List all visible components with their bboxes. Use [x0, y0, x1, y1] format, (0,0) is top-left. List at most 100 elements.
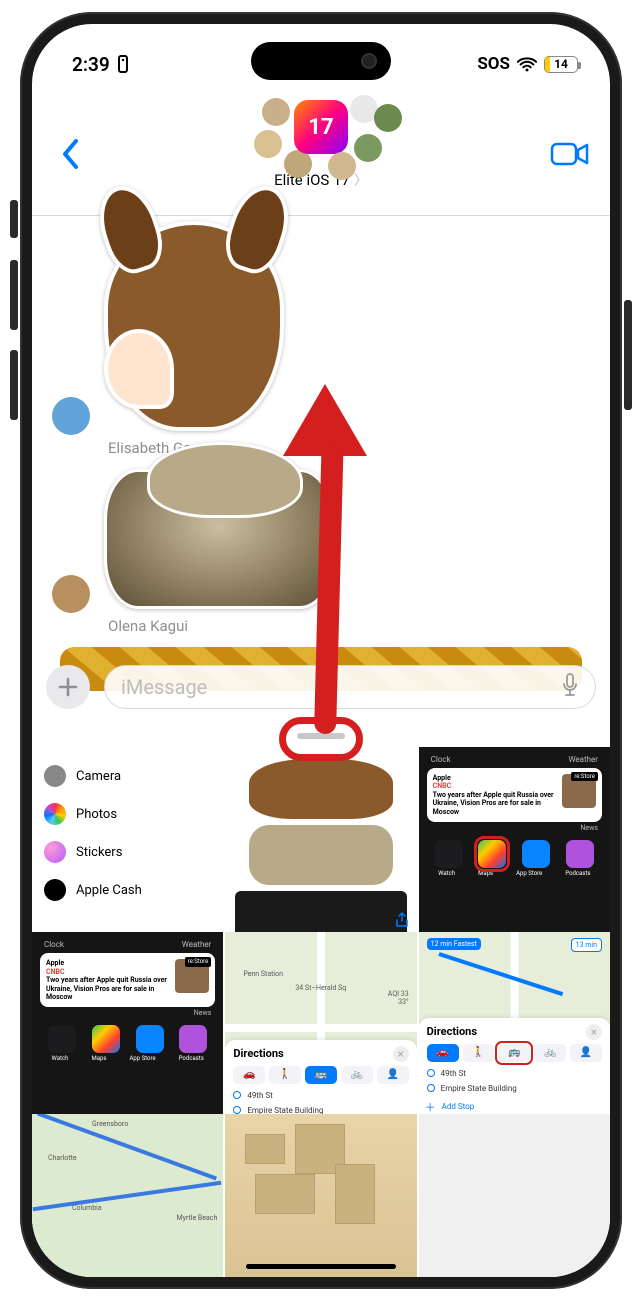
sender-avatar[interactable]	[52, 575, 90, 613]
app-row-photos: Photos	[42, 795, 213, 833]
thumbnail-icon	[249, 825, 392, 885]
transport-modes: 🚗 🚶 🚌 🚲 👤	[233, 1066, 408, 1084]
frame-silence-switch	[10, 200, 18, 238]
transport-modes: 🚗 🚶 🚌 🚲 👤	[427, 1044, 602, 1062]
news-widget: Apple CNBC Two years after Apple quit Ru…	[427, 768, 602, 822]
group-avatars: 17	[236, 92, 406, 168]
podcasts-app-icon	[566, 840, 594, 868]
facetime-button[interactable]	[550, 140, 590, 172]
appstore-app-icon	[522, 840, 550, 868]
app-row-stickers: Stickers	[42, 833, 213, 871]
watch-app-icon	[435, 840, 463, 868]
widget-label: Clock	[431, 755, 451, 764]
phone-frame: 2:39 SOS 14 17	[20, 12, 622, 1289]
frame-volume-down	[10, 350, 18, 420]
widget-label: Clock	[44, 940, 64, 949]
chevron-right-icon: 〉	[354, 170, 368, 190]
status-time: 2:39	[72, 53, 110, 76]
widget-vendor: Apple	[46, 959, 171, 967]
annotation-ring	[495, 1041, 533, 1065]
stop-label: 49th St	[247, 1091, 272, 1100]
home-indicator[interactable]	[246, 1264, 396, 1269]
app-label: Podcasts	[179, 1055, 204, 1062]
screen: 2:39 SOS 14 17	[32, 24, 610, 1277]
widget-source: CNBC	[433, 782, 558, 790]
map-temp: 33°	[388, 998, 409, 1006]
avatar	[254, 130, 282, 158]
city-label: Columbia	[72, 1204, 102, 1212]
app-label: Apple Cash	[76, 883, 142, 898]
statue-sticker-icon	[104, 469, 334, 609]
group-header[interactable]: 17 Elite iOS 17 〉	[236, 92, 406, 190]
close-icon: ×	[393, 1046, 409, 1062]
map-aqi: AQI 33	[388, 990, 409, 998]
mode-transit-icon: 🚌	[498, 1044, 530, 1062]
widget-headline: Two years after Apple quit Russia over U…	[433, 791, 558, 816]
route-badge: 13 min	[571, 938, 602, 952]
app-label: Camera	[76, 769, 121, 784]
message-input[interactable]: iMessage	[104, 665, 596, 709]
mode-walk-icon: 🚶	[463, 1044, 495, 1062]
widget-label: Weather	[182, 940, 212, 949]
app-label: App Store	[516, 870, 542, 877]
thumbnail-icon	[249, 759, 392, 819]
appstore-app-icon	[136, 1025, 164, 1053]
widget-label: Weather	[568, 755, 598, 764]
app-label: Podcasts	[565, 870, 590, 877]
app-row-camera: Camera	[42, 757, 213, 795]
dynamic-island	[251, 42, 391, 80]
plus-button[interactable]	[46, 665, 90, 709]
photo-tile[interactable]: Greensboro Charlotte Columbia Myrtle Bea…	[32, 1114, 223, 1277]
photo-tile[interactable]	[419, 1114, 610, 1277]
app-dock	[427, 840, 602, 868]
status-sos: SOS	[477, 54, 510, 74]
share-icon	[395, 912, 409, 932]
app-dock	[40, 1025, 215, 1053]
photo-tile[interactable]: Penn Station 34 St–Herald Sq AQI 33 33° …	[225, 932, 416, 1123]
frame-volume-up	[10, 260, 18, 330]
back-button[interactable]	[52, 131, 90, 180]
widget-tag: re:Store	[571, 772, 598, 781]
sticker-attachment[interactable]	[104, 221, 284, 431]
map-label: 34 St–Herald Sq	[295, 984, 346, 992]
city-label: Charlotte	[48, 1154, 77, 1162]
photo-tile[interactable]	[225, 1114, 416, 1277]
app-row-cash: Apple Cash	[42, 871, 213, 909]
maps-app-icon	[92, 1025, 120, 1053]
camera-icon	[44, 765, 66, 787]
photo-tile[interactable]: 12 min Fastest 13 min Directions × 🚗 🚶 🚌	[419, 932, 610, 1123]
sticker-attachment[interactable]	[104, 469, 334, 609]
directions-card: Directions × 🚗 🚶 🚌 🚲 👤 49th St	[225, 1040, 416, 1124]
photo-tile[interactable]: Clock Weather Apple CNBC Two years after…	[32, 932, 223, 1123]
photo-grid[interactable]: Camera Photos Stickers Apple Cash	[32, 747, 610, 1277]
sender-avatar[interactable]	[52, 397, 90, 435]
plus-icon	[57, 676, 79, 698]
podcasts-app-icon	[179, 1025, 207, 1053]
photo-tile[interactable]: Camera Photos Stickers Apple Cash	[32, 747, 223, 938]
chevron-left-icon	[62, 139, 80, 169]
message-placeholder: iMessage	[121, 675, 207, 699]
directions-card: Directions × 🚗 🚶 🚌 🚲 👤 49th St	[419, 1018, 610, 1124]
city-label: Myrtle Beach	[177, 1214, 218, 1222]
widget-vendor: Apple	[433, 774, 558, 782]
app-drawer: Camera Photos Stickers Apple Cash	[32, 723, 610, 1277]
widget-footer: News	[40, 1007, 215, 1019]
directions-title: Directions	[427, 1025, 477, 1038]
annotation-swipe-up-arrow	[314, 444, 336, 734]
app-label: Watch	[438, 870, 455, 877]
maps-app-icon	[478, 840, 506, 868]
dictation-button[interactable]	[561, 673, 579, 702]
mode-car-icon: 🚗	[427, 1044, 459, 1062]
photo-tile[interactable]	[225, 747, 416, 938]
avatar	[284, 150, 312, 178]
mode-bike-icon: 🚲	[341, 1066, 373, 1084]
widget-headline: Two years after Apple quit Russia over U…	[46, 976, 171, 1001]
photo-tile[interactable]: Clock Weather Apple CNBC Two years after…	[419, 747, 610, 938]
frame-power-button	[624, 300, 632, 410]
mode-transit-icon: 🚌	[305, 1066, 337, 1084]
battery-percent: 14	[545, 57, 577, 72]
group-badge: 17	[294, 100, 348, 154]
watch-app-icon	[48, 1025, 76, 1053]
avatar	[354, 134, 382, 162]
thumbnail-icon	[235, 891, 406, 938]
